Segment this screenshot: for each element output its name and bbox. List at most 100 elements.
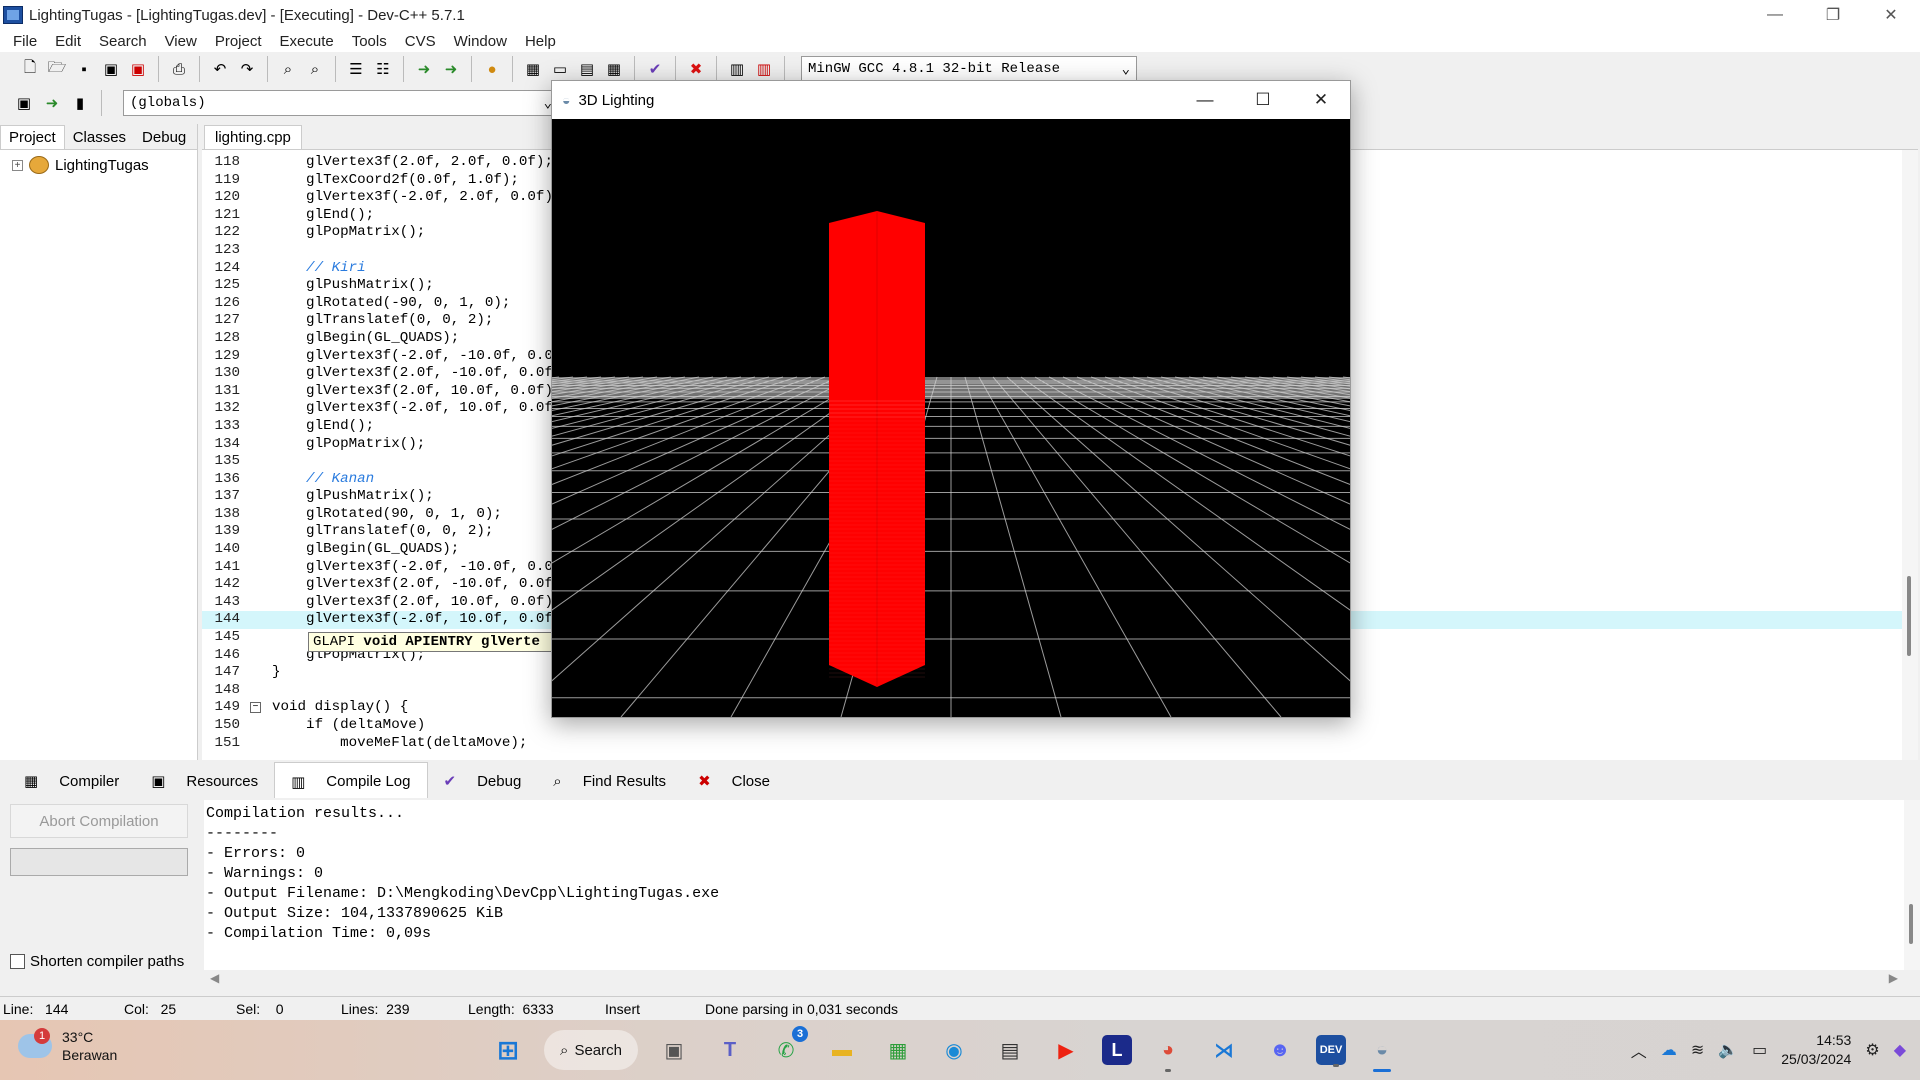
indent-icon[interactable]: ☰ bbox=[344, 57, 368, 81]
compile-run-icon[interactable]: ▤ bbox=[575, 57, 599, 81]
wifi-icon[interactable]: ≋ bbox=[1691, 1040, 1704, 1060]
store-icon[interactable]: ▤ bbox=[990, 1030, 1030, 1070]
code-line[interactable]: 151 moveMeFlat(deltaMove); bbox=[202, 735, 1902, 753]
editor-scrollbar[interactable] bbox=[1902, 150, 1918, 760]
task-view-icon[interactable]: ▣ bbox=[654, 1030, 694, 1070]
menu-bar: File Edit Search View Project Execute Tools CVS… bbox=[0, 30, 1920, 52]
clock[interactable]: 14:53 25/03/2024 bbox=[1781, 1031, 1851, 1069]
menu-search[interactable]: Search bbox=[90, 33, 156, 50]
menu-file[interactable]: File bbox=[4, 33, 46, 50]
new-file-icon[interactable]: 🗋 bbox=[18, 57, 42, 81]
copilot-icon[interactable]: ◆ bbox=[1894, 1040, 1906, 1060]
log-vertical-scrollbar[interactable] bbox=[1904, 800, 1920, 970]
fold-gutter bbox=[242, 400, 272, 418]
shorten-paths-option[interactable]: Shorten compiler paths bbox=[10, 953, 184, 970]
youtube-icon[interactable]: ▶ bbox=[1046, 1030, 1086, 1070]
bookmark-icon[interactable]: ● bbox=[480, 57, 504, 81]
tab-find-results[interactable]: ⌕ Find Results bbox=[537, 763, 682, 800]
abort-compilation-button[interactable]: Abort Compilation bbox=[10, 804, 188, 838]
print-icon[interactable]: ⎙ bbox=[167, 57, 191, 81]
unindent-icon[interactable]: ☷ bbox=[371, 57, 395, 81]
tab-close[interactable]: ✖ Close bbox=[682, 762, 786, 800]
start-icon[interactable]: ⊞ bbox=[488, 1030, 528, 1070]
file-explorer-icon[interactable]: ▬ bbox=[822, 1030, 862, 1070]
back-icon[interactable]: ➜ bbox=[439, 57, 463, 81]
menu-cvs[interactable]: CVS bbox=[396, 33, 445, 50]
glut-window-taskbar-icon[interactable]: ◒ bbox=[1362, 1030, 1402, 1072]
chrome-icon[interactable]: ◕ bbox=[1148, 1030, 1188, 1072]
find-icon[interactable]: ⌕ bbox=[276, 57, 300, 81]
restore-button[interactable]: ❐ bbox=[1804, 0, 1862, 30]
shorten-paths-checkbox[interactable] bbox=[10, 954, 25, 969]
discord-icon[interactable]: ☻ bbox=[1260, 1030, 1300, 1070]
insert-icon[interactable]: ➜ bbox=[40, 91, 64, 115]
menu-view[interactable]: View bbox=[156, 33, 206, 50]
tab-debug[interactable]: Debug bbox=[134, 126, 194, 149]
toggle-panel-icon[interactable]: ▮ bbox=[68, 91, 92, 115]
gl-close-button[interactable]: ✕ bbox=[1292, 81, 1350, 119]
menu-project[interactable]: Project bbox=[206, 33, 271, 50]
scroll-left-icon[interactable]: ◀ bbox=[210, 971, 219, 985]
code-line[interactable]: 150 if (deltaMove) bbox=[202, 717, 1902, 735]
edge-icon[interactable]: ◉ bbox=[934, 1030, 974, 1070]
battery-icon[interactable]: ▭ bbox=[1752, 1040, 1767, 1060]
tab-debug[interactable]: ✔ Debug bbox=[428, 762, 538, 800]
close-button[interactable]: ✕ bbox=[1862, 0, 1920, 30]
debug-check-icon[interactable]: ✔ bbox=[643, 57, 667, 81]
onedrive-icon[interactable]: ☁ bbox=[1661, 1040, 1677, 1060]
project-tree-root[interactable]: LightingTugas bbox=[55, 157, 149, 174]
menu-help[interactable]: Help bbox=[516, 33, 565, 50]
teams-icon[interactable]: T bbox=[710, 1030, 750, 1070]
new-class-icon[interactable]: ▣ bbox=[12, 91, 36, 115]
profile-chart-icon[interactable]: ▥ bbox=[725, 57, 749, 81]
scrollbar-thumb[interactable] bbox=[1907, 576, 1911, 656]
launcher-l-icon[interactable]: L bbox=[1102, 1035, 1132, 1065]
tab-compile-log[interactable]: ▥ Compile Log bbox=[274, 761, 428, 801]
menu-execute[interactable]: Execute bbox=[271, 33, 343, 50]
log-horizontal-scrollbar[interactable]: ◀ ▶ bbox=[204, 970, 1904, 986]
tab-classes[interactable]: Classes bbox=[65, 126, 134, 149]
open-file-icon[interactable]: 🗁 bbox=[45, 57, 69, 81]
delete-profile-icon[interactable]: ▥ bbox=[752, 57, 776, 81]
devcpp-taskbar-icon[interactable]: DEV bbox=[1316, 1035, 1346, 1067]
colorful-app-icon[interactable]: ▦ bbox=[878, 1030, 918, 1070]
weather-widget[interactable]: 1 33°C Berawan bbox=[18, 1028, 117, 1064]
scrollbar-thumb[interactable] bbox=[1909, 904, 1913, 944]
save-icon[interactable]: ▪ bbox=[72, 57, 96, 81]
gl-minimize-button[interactable]: — bbox=[1176, 81, 1234, 119]
settings-gear-icon[interactable]: ⚙ bbox=[1865, 1040, 1879, 1060]
whatsapp-icon[interactable]: ✆ 3 bbox=[766, 1026, 808, 1070]
goto-icon[interactable]: ➜ bbox=[412, 57, 436, 81]
line-number: 120 bbox=[214, 189, 240, 206]
expand-icon[interactable]: + bbox=[12, 159, 23, 171]
save-all-icon[interactable]: ▣ bbox=[99, 57, 123, 81]
chevron-up-icon[interactable]: ︿ bbox=[1631, 1038, 1647, 1062]
redo-icon[interactable]: ↷ bbox=[235, 57, 259, 81]
tab-compiler[interactable]: ▦ Compiler bbox=[8, 762, 135, 800]
stop-icon[interactable]: ✖ bbox=[684, 57, 708, 81]
gl-maximize-button[interactable]: ☐ bbox=[1234, 81, 1292, 119]
minimize-button[interactable]: — bbox=[1746, 0, 1804, 30]
compiler-select[interactable]: MinGW GCC 4.8.1 32-bit Release ⌄ bbox=[801, 56, 1137, 82]
scroll-right-icon[interactable]: ▶ bbox=[1889, 971, 1898, 985]
vscode-icon[interactable]: ⋊ bbox=[1204, 1030, 1244, 1070]
scope-select-value: (globals) bbox=[130, 95, 206, 111]
tab-lighting-cpp[interactable]: lighting.cpp bbox=[204, 125, 302, 149]
taskbar-search[interactable]: ⌕ Search bbox=[544, 1030, 638, 1070]
gl-output-window[interactable]: ◒ 3D Lighting — ☐ ✕ bbox=[551, 80, 1351, 718]
replace-icon[interactable]: ⌕ bbox=[303, 57, 327, 81]
gl-render-canvas[interactable] bbox=[552, 119, 1350, 717]
rebuild-icon[interactable]: ▦ bbox=[602, 57, 626, 81]
tab-project[interactable]: Project bbox=[0, 125, 65, 149]
tab-resources[interactable]: ▣ Resources bbox=[135, 762, 274, 800]
compile-log-output[interactable]: Compilation results... -------- - Errors: … bbox=[204, 800, 1904, 972]
volume-icon[interactable]: 🔈 bbox=[1718, 1040, 1738, 1060]
scope-select[interactable]: (globals) ⌄ bbox=[123, 90, 559, 116]
compile-icon[interactable]: ▦ bbox=[521, 57, 545, 81]
run-icon[interactable]: ▭ bbox=[548, 57, 572, 81]
menu-window[interactable]: Window bbox=[445, 33, 516, 50]
undo-icon[interactable]: ↶ bbox=[208, 57, 232, 81]
menu-edit[interactable]: Edit bbox=[46, 33, 90, 50]
menu-tools[interactable]: Tools bbox=[343, 33, 396, 50]
close-file-icon[interactable]: ▣ bbox=[126, 57, 150, 81]
